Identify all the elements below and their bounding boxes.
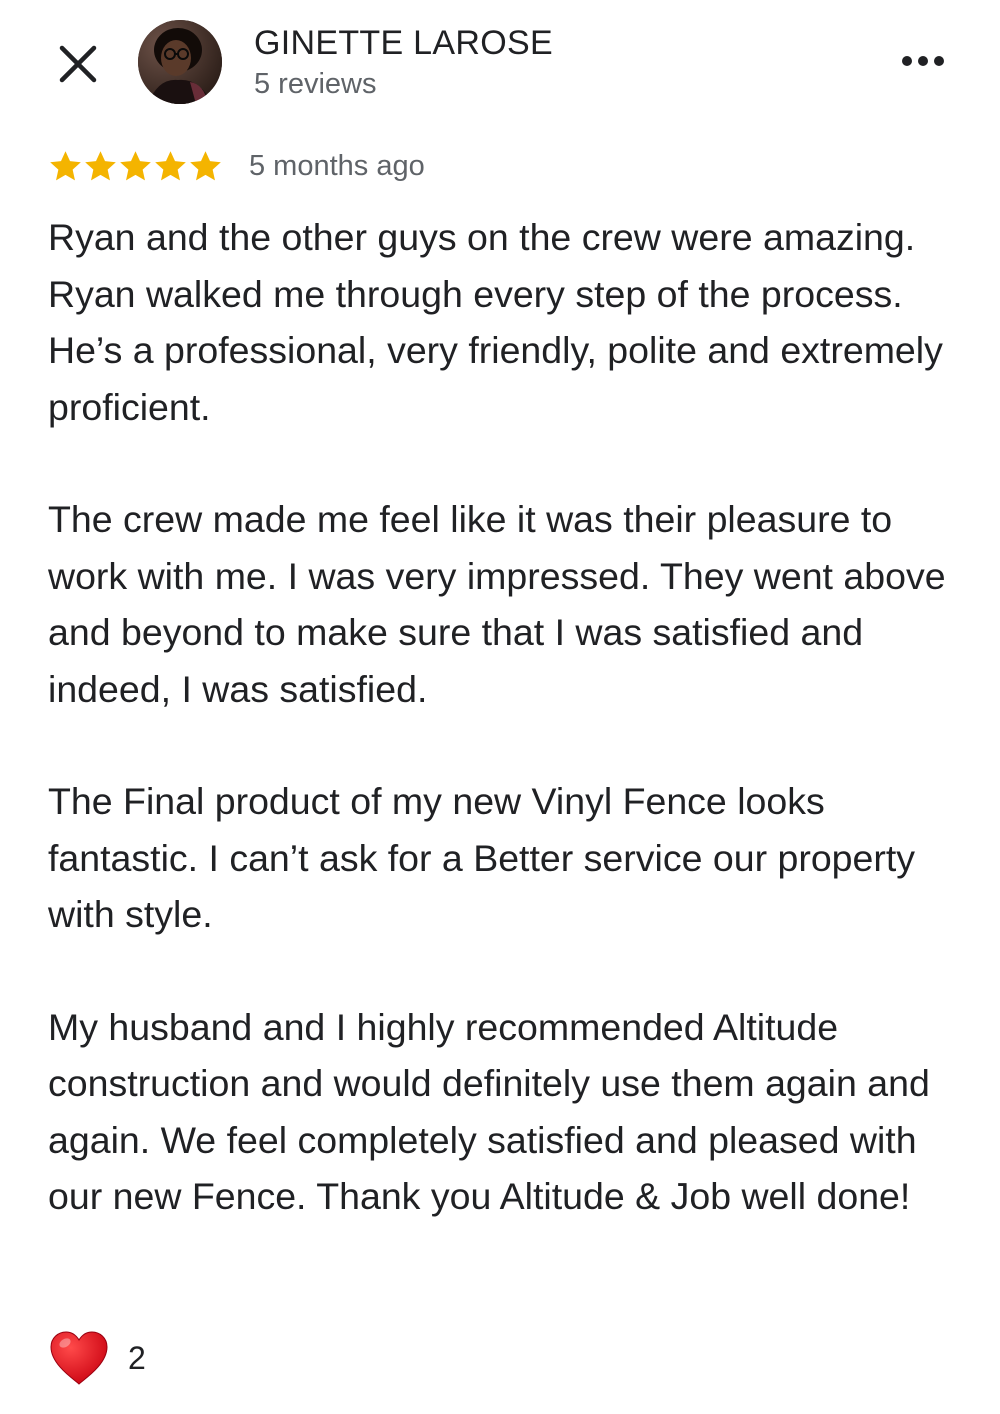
star-rating <box>48 149 223 184</box>
review-text: Ryan and the other guys on the crew were… <box>48 209 978 1281</box>
star-icon <box>120 150 151 180</box>
review-date: 5 months ago <box>249 149 425 182</box>
review-paragraph: My husband and I highly recommended Alti… <box>48 1005 930 1218</box>
close-icon <box>59 45 97 83</box>
reviewer-info: GINETTE LAROSE 5 reviews <box>254 22 553 104</box>
close-button[interactable] <box>58 44 98 84</box>
review-paragraph: The crew made me feel like it was their … <box>48 498 946 710</box>
review-paragraph: The Final product of my new Vinyl Fence … <box>48 780 916 935</box>
rating-row: 5 months ago <box>48 143 425 189</box>
star-icon <box>85 150 116 180</box>
like-reaction-button[interactable]: 2 <box>48 1328 146 1388</box>
reviewer-review-count: 5 reviews <box>254 68 377 100</box>
star-icon <box>155 150 186 180</box>
reaction-count: 2 <box>128 1339 146 1376</box>
more-options-button[interactable] <box>898 46 948 76</box>
more-horizontal-icon <box>902 56 944 66</box>
review-paragraph: Ryan and the other guys on the crew were… <box>48 216 943 428</box>
heart-icon <box>50 1331 108 1385</box>
star-icon <box>50 150 81 180</box>
star-icon <box>190 150 221 180</box>
avatar-image <box>138 20 222 104</box>
reviewer-name[interactable]: GINETTE LAROSE <box>254 22 553 64</box>
avatar[interactable] <box>138 20 222 104</box>
